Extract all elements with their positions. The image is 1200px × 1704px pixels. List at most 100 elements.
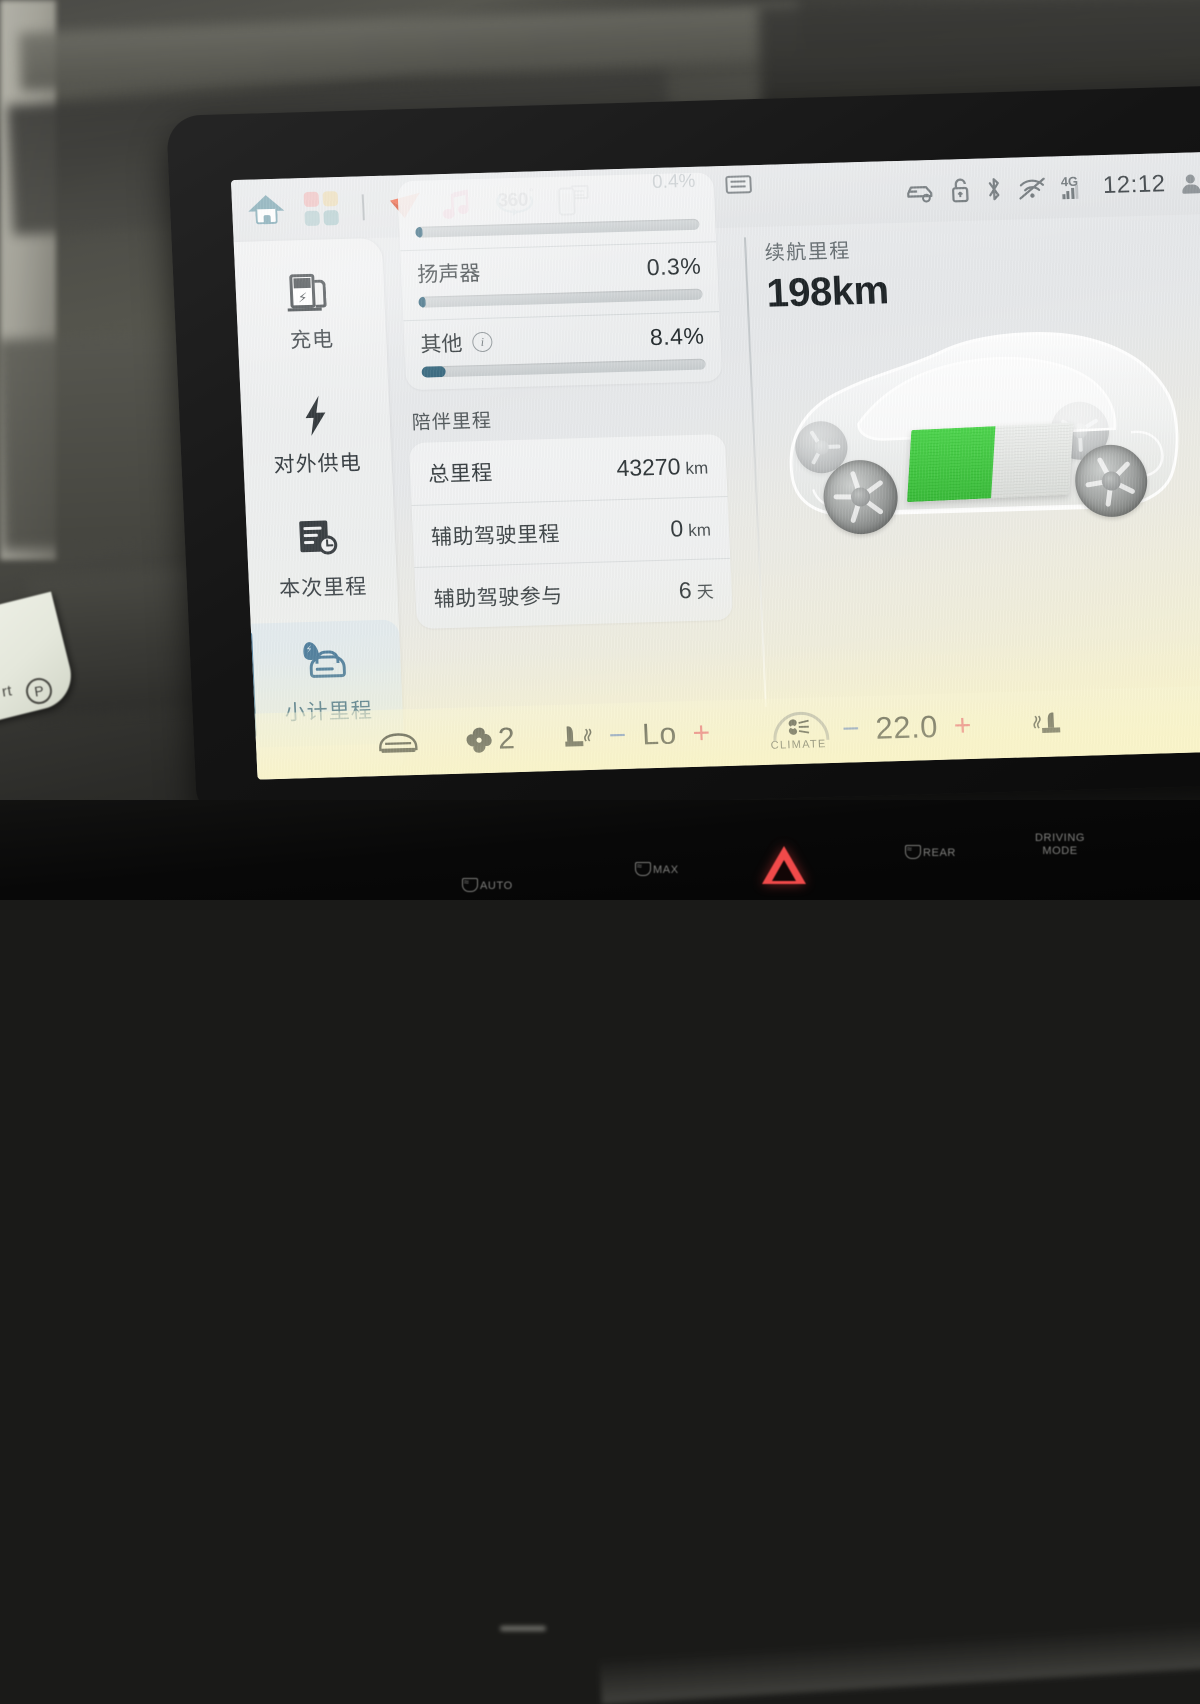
energy-bar-other	[421, 359, 705, 378]
fan-arc-icon	[772, 711, 823, 738]
center-console-buttons	[0, 800, 1200, 900]
toolbar-divider	[362, 194, 365, 220]
car-front-icon[interactable]	[375, 728, 420, 757]
mileage-label-adas: 辅助驾驶里程	[430, 517, 560, 551]
sidebar-item-trip[interactable]: 本次里程	[245, 496, 398, 624]
console-glint	[500, 1626, 546, 1631]
driving-mode-line2: MODE	[1035, 845, 1085, 858]
mileage-value-adas-days: 6天	[678, 576, 714, 604]
home-door-shape	[264, 215, 271, 224]
signal-bars	[1062, 185, 1079, 199]
mileage-number-total: 43270	[616, 453, 681, 481]
energy-row-value-speaker: 0.3%	[646, 252, 702, 281]
mileage-row-adas-days[interactable]: 辅助驾驶参与 6天	[414, 558, 733, 629]
mileage-value-total: 43270km	[616, 452, 709, 482]
avatar-body	[1182, 184, 1200, 194]
left-column: 0.4% 扬声器 0.3%	[382, 228, 754, 775]
infotainment-screen: 360 °	[231, 151, 1200, 780]
bluetooth-icon[interactable]	[984, 176, 1003, 202]
info-icon[interactable]: i	[472, 332, 493, 353]
passenger-heated-seat-icon[interactable]	[1031, 708, 1066, 739]
hazard-triangle-inner	[772, 860, 796, 881]
sidebar-label-external-power: 对外供电	[273, 446, 362, 479]
console-max-defrost-button[interactable]: MAX	[635, 862, 679, 876]
energy-row-value-other: 8.4%	[649, 322, 705, 351]
home-icon[interactable]	[248, 195, 285, 226]
fan-icon	[463, 725, 494, 756]
apps-tile-2	[323, 191, 339, 206]
energy-bar-clipped	[415, 219, 699, 238]
sidebar-item-charging[interactable]: ⚡ 充电	[234, 248, 387, 376]
companion-mileage-title: 陪伴里程	[411, 399, 724, 435]
apps-tile-4	[323, 210, 339, 225]
energy-row-name-speaker: 扬声器	[417, 257, 481, 289]
avatar-head	[1186, 174, 1195, 183]
mileage-value-adas: 0km	[670, 514, 712, 542]
cellular-signal-icon: 4G	[1060, 173, 1088, 200]
passenger-temp-increase-button[interactable]: +	[937, 709, 988, 744]
apps-tile-3	[304, 211, 320, 226]
sidebar-label-trip: 本次里程	[278, 570, 367, 603]
driving-mode-line1: DRIVING	[1035, 832, 1085, 845]
passenger-temp-value[interactable]: 22.0	[875, 709, 939, 747]
sidebar-label-charging: 充电	[289, 323, 334, 354]
sidebar-item-external-power[interactable]: 对外供电	[240, 372, 393, 500]
mileage-row-adas[interactable]: 辅助驾驶里程 0km	[412, 496, 731, 567]
seat-heat-icon	[462, 878, 478, 892]
head-unit-bezel: 360 °	[166, 85, 1200, 816]
energy-row-clipped[interactable]: 0.4%	[397, 172, 716, 250]
mileage-row-total[interactable]: 总里程 43270km	[409, 434, 728, 505]
card-list-icon[interactable]	[725, 175, 752, 194]
mileage-number-adas: 0	[670, 515, 684, 541]
energy-row-value-clipped: 0.4%	[652, 172, 696, 194]
apps-grid-icon[interactable]	[304, 191, 340, 226]
mileage-label-adas-days: 辅助驾驶参与	[433, 579, 563, 613]
unlock-icon[interactable]	[949, 177, 970, 204]
power-bolt-icon	[292, 393, 340, 438]
front-defrost-icon	[635, 862, 651, 876]
rear-defrost-icon	[905, 845, 921, 859]
energy-bar-fill-other	[421, 366, 445, 378]
energy-row-label-other: 其他	[420, 328, 463, 359]
mileage-unit-adas: km	[688, 520, 712, 540]
companion-mileage-card: 总里程 43270km 辅助驾驶里程 0km 辅助驾驶参	[409, 434, 733, 629]
battery-cell-texture	[907, 423, 1074, 503]
car-status-icon[interactable]	[905, 179, 936, 204]
energy-consumption-card: 0.4% 扬声器 0.3%	[397, 172, 722, 390]
driver-heated-seat-icon[interactable]	[558, 722, 593, 753]
range-label: 续航里程	[764, 223, 1200, 266]
mileage-number-adas-days: 6	[678, 577, 692, 603]
apps-tile-1	[304, 192, 320, 207]
console-driving-mode-button[interactable]: DRIVING MODE	[1035, 832, 1085, 858]
climate-button[interactable]: CLIMATE	[769, 711, 827, 752]
subtotal-mileage-car-icon	[303, 641, 351, 686]
passenger-temp-decrease-button[interactable]: −	[825, 712, 876, 747]
vehicle-battery-illustration	[770, 319, 1200, 581]
fan-speed-control[interactable]: 2	[463, 722, 515, 757]
console-edge-highlight	[599, 1622, 1200, 1704]
battery-pack	[907, 423, 1074, 503]
energy-row-speaker[interactable]: 扬声器 0.3%	[400, 241, 719, 320]
garage-ceiling-band	[19, 3, 801, 91]
mileage-label-total: 总里程	[428, 457, 494, 489]
fan-speed-value: 2	[497, 722, 515, 756]
energy-bar-fill-speaker	[418, 297, 425, 308]
energy-row-other[interactable]: 其他 i 8.4%	[403, 311, 722, 390]
driver-temp-increase-button[interactable]: +	[676, 716, 727, 751]
wifi-off-icon[interactable]	[1017, 176, 1046, 201]
console-rear-defrost-button[interactable]: REAR	[905, 845, 956, 859]
energy-bar-fill-clipped	[415, 227, 422, 238]
right-column: 续航里程 198km	[730, 213, 1200, 766]
user-account-icon[interactable]	[1180, 171, 1200, 196]
console-auto-button[interactable]: AUTO	[462, 878, 513, 892]
driver-temp-value[interactable]: Lo	[641, 717, 677, 752]
trip-report-icon	[297, 517, 345, 562]
mileage-unit-total: km	[685, 458, 709, 478]
clock: 12:12	[1102, 170, 1166, 200]
charging-station-icon: ⚡	[286, 269, 334, 314]
driver-temp-decrease-button[interactable]: −	[592, 718, 643, 753]
sidebar: ⚡ 充电 对外供电	[234, 238, 406, 780]
energy-row-name-other: 其他 i	[420, 327, 493, 359]
range-value: 198km	[766, 258, 1200, 317]
energy-bar-speaker	[418, 289, 702, 308]
